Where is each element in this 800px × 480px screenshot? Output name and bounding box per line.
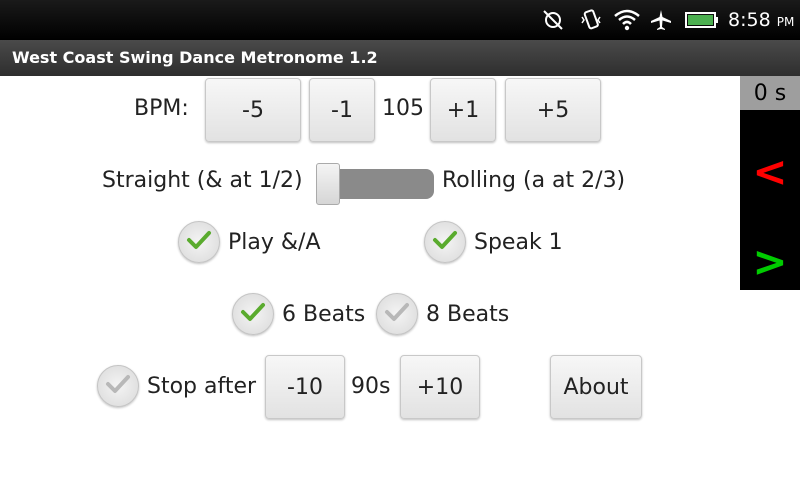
battery-icon (684, 8, 720, 32)
elapsed-timer: 0 s (740, 76, 800, 110)
next-button[interactable]: > (740, 236, 800, 286)
stop-after-checkbox[interactable] (97, 365, 139, 407)
stop-minus-10-button[interactable]: -10 (265, 355, 345, 419)
six-beats-label: 6 Beats (282, 302, 366, 327)
straight-label: Straight (& at 1/2) (102, 168, 303, 193)
stop-after-label: Stop after (147, 374, 257, 399)
sync-off-icon (540, 8, 566, 32)
bpm-plus-1-button[interactable]: +1 (430, 78, 496, 142)
speak-label: Speak 1 (474, 230, 563, 255)
feel-slider-thumb[interactable] (316, 163, 340, 205)
about-button[interactable]: About (550, 355, 642, 419)
vibrate-icon (578, 8, 604, 32)
checkmark-icon (105, 373, 131, 399)
bpm-minus-5-button[interactable]: -5 (205, 78, 301, 142)
wifi-icon (614, 8, 640, 32)
prev-button[interactable]: < (740, 146, 800, 196)
eight-beats-checkbox[interactable] (376, 293, 418, 335)
status-clock: 8:58 PM (728, 9, 795, 31)
play-label: Play &/A (228, 230, 321, 255)
bpm-value: 105 (382, 96, 424, 121)
speak-checkbox[interactable] (424, 221, 466, 263)
stop-duration-value: 90s (351, 374, 391, 399)
checkmark-icon (186, 229, 212, 255)
bpm-minus-1-button[interactable]: -1 (309, 78, 375, 142)
airplane-icon (648, 8, 674, 32)
play-checkbox[interactable] (178, 221, 220, 263)
eight-beats-label: 8 Beats (426, 302, 510, 327)
bpm-label: BPM: (134, 96, 189, 121)
six-beats-checkbox[interactable] (232, 293, 274, 335)
app-title-bar: West Coast Swing Dance Metronome 1.2 (0, 40, 800, 76)
checkmark-icon (432, 229, 458, 255)
stop-plus-10-button[interactable]: +10 (400, 355, 480, 419)
rolling-label: Rolling (a at 2/3) (442, 168, 626, 193)
checkmark-icon (384, 301, 410, 327)
bpm-plus-5-button[interactable]: +5 (505, 78, 601, 142)
status-bar: 8:58 PM (0, 0, 800, 40)
checkmark-icon (240, 301, 266, 327)
app-title: West Coast Swing Dance Metronome 1.2 (12, 48, 378, 67)
